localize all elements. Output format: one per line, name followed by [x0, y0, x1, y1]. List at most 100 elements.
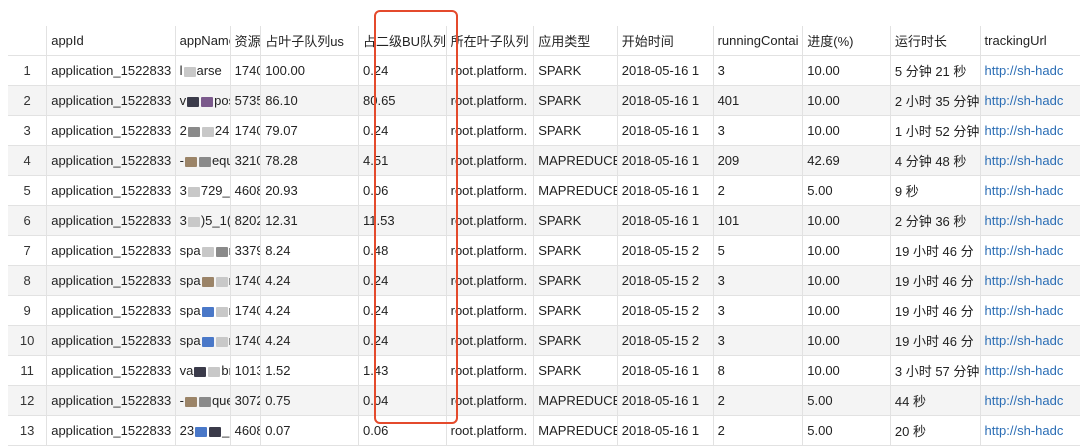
- table-row[interactable]: 3application_15228332241_1(1740879.070.2…: [8, 115, 1080, 146]
- cell-leafQueue: root.platform.: [445, 265, 534, 296]
- cell-buQueuePct: 4.51: [358, 145, 447, 176]
- column-header-runningContainers[interactable]: runningContai: [712, 26, 803, 56]
- cell-leafQueue: root.platform.: [445, 355, 534, 386]
- cell-appType: SPARK: [533, 325, 618, 356]
- cell-row: 9: [8, 295, 47, 326]
- cell-trackingUrl[interactable]: http://sh-hadc: [979, 175, 1080, 206]
- cell-resource: 4608: [229, 415, 261, 446]
- cell-appType: SPARK: [533, 55, 618, 86]
- cell-leafQueue: root.platform.: [445, 205, 534, 236]
- cell-progress: 10.00: [802, 295, 891, 326]
- column-header-startTime[interactable]: 开始时间: [616, 26, 714, 56]
- cell-appType: MAPREDUCE: [533, 175, 618, 206]
- redaction-block: [201, 336, 214, 347]
- cell-row: 7: [8, 235, 47, 266]
- cell-appType: MAPREDUCE: [533, 385, 618, 416]
- cell-runningContainers: 401: [712, 85, 803, 116]
- cell-trackingUrl[interactable]: http://sh-hadc: [979, 55, 1080, 86]
- column-header-appType[interactable]: 应用类型: [533, 26, 618, 56]
- cell-appType: SPARK: [533, 235, 618, 266]
- cell-leafQueuePct: 79.07: [260, 115, 359, 146]
- cell-resource: 10137: [229, 355, 261, 386]
- column-header-resource[interactable]: 资源占: [229, 26, 261, 56]
- column-header-trackingUrl[interactable]: trackingUrl: [979, 26, 1080, 56]
- cell-runningContainers: 3: [712, 295, 803, 326]
- cell-row: 1: [8, 55, 47, 86]
- cell-leafQueuePct: 78.28: [260, 145, 359, 176]
- cell-startTime: 2018-05-16 1: [616, 415, 714, 446]
- cell-duration: 44 秒: [889, 385, 981, 416]
- table-row[interactable]: 2application_1522833vpositio5735486.1080…: [8, 85, 1080, 116]
- cell-trackingUrl[interactable]: http://sh-hadc: [979, 385, 1080, 416]
- table-row[interactable]: 9application_1522833sparift:174084.240.2…: [8, 295, 1080, 326]
- redaction-block: [198, 156, 211, 167]
- table-row[interactable]: 1application_1522833larse17408100.000.24…: [8, 55, 1080, 86]
- cell-duration: 19 小时 46 分: [889, 235, 981, 266]
- table-row[interactable]: 4application_1522833-equery:3210278.284.…: [8, 145, 1080, 176]
- cell-buQueuePct: 0.24: [358, 325, 447, 356]
- cell-progress: 10.00: [802, 265, 891, 296]
- table-row[interactable]: 8application_1522833sparift:174084.240.2…: [8, 265, 1080, 296]
- table-row[interactable]: 5application_15228333729_1(460820.930.06…: [8, 175, 1080, 206]
- cell-trackingUrl[interactable]: http://sh-hadc: [979, 415, 1080, 446]
- cell-trackingUrl[interactable]: http://sh-hadc: [979, 355, 1080, 386]
- cell-trackingUrl[interactable]: http://sh-hadc: [979, 235, 1080, 266]
- column-header-progress[interactable]: 进度(%): [802, 26, 891, 56]
- cell-duration: 3 小时 57 分钟: [889, 355, 981, 386]
- table-row[interactable]: 7application_1522833sparift:337928.240.4…: [8, 235, 1080, 266]
- cell-leafQueue: root.platform.: [445, 325, 534, 356]
- cell-leafQueuePct: 4.24: [260, 325, 359, 356]
- redaction-block: [201, 96, 214, 107]
- cell-runningContainers: 3: [712, 265, 803, 296]
- redaction-block: [201, 276, 214, 287]
- redaction-block: [184, 396, 197, 407]
- cell-runningContainers: 3: [712, 325, 803, 356]
- cell-startTime: 2018-05-15 2: [616, 295, 714, 326]
- cell-startTime: 2018-05-16 1: [616, 145, 714, 176]
- cell-row: 11: [8, 355, 47, 386]
- cell-leafQueue: root.platform.: [445, 115, 534, 146]
- table-row[interactable]: 11application_1522833vabrtrai101371.521.…: [8, 355, 1080, 386]
- cell-trackingUrl[interactable]: http://sh-hadc: [979, 265, 1080, 296]
- column-header-leafQueue[interactable]: 所在叶子队列: [445, 26, 534, 56]
- cell-trackingUrl[interactable]: http://sh-hadc: [979, 205, 1080, 236]
- column-header-duration[interactable]: 运行时长: [889, 26, 981, 56]
- table-row[interactable]: 6application_15228333)5_1(8202212.3111.5…: [8, 205, 1080, 236]
- cell-startTime: 2018-05-16 1: [616, 385, 714, 416]
- table-row[interactable]: 12application_1522833-query:30720.750.04…: [8, 385, 1080, 416]
- cell-trackingUrl[interactable]: http://sh-hadc: [979, 115, 1080, 146]
- cell-resource: 17408: [229, 55, 261, 86]
- cell-appName: 3)5_1(: [174, 205, 231, 236]
- table-row[interactable]: 10application_1522833sparift:174084.240.…: [8, 325, 1080, 356]
- table-row[interactable]: 13application_152283323_1(46080.070.06ro…: [8, 415, 1080, 446]
- column-header-appId[interactable]: appId: [46, 26, 176, 56]
- cell-leafQueuePct: 0.07: [260, 415, 359, 446]
- cell-appId: application_1522833: [46, 235, 176, 266]
- cell-progress: 10.00: [802, 355, 891, 386]
- column-header-leafQueuePct[interactable]: 占叶子队列us: [260, 26, 359, 56]
- cell-trackingUrl[interactable]: http://sh-hadc: [979, 325, 1080, 356]
- cell-appType: SPARK: [533, 355, 618, 386]
- cell-leafQueue: root.platform.: [445, 55, 534, 86]
- cell-buQueuePct: 0.06: [358, 415, 447, 446]
- cell-resource: 82022: [229, 205, 261, 236]
- cell-trackingUrl[interactable]: http://sh-hadc: [979, 145, 1080, 176]
- redaction-block: [187, 186, 200, 197]
- cell-appId: application_1522833: [46, 175, 176, 206]
- column-header-row[interactable]: [8, 26, 47, 56]
- cell-trackingUrl[interactable]: http://sh-hadc: [979, 295, 1080, 326]
- cell-progress: 5.00: [802, 415, 891, 446]
- cell-startTime: 2018-05-16 1: [616, 115, 714, 146]
- redaction-block: [208, 366, 221, 377]
- cell-buQueuePct: 80.65: [358, 85, 447, 116]
- cell-appName: 23_1(: [174, 415, 231, 446]
- column-header-buQueuePct[interactable]: 占二级BU队列: [358, 26, 447, 56]
- cell-resource: 57354: [229, 85, 261, 116]
- cell-appName: vpositio: [174, 85, 231, 116]
- cell-trackingUrl[interactable]: http://sh-hadc: [979, 85, 1080, 116]
- redaction-block: [187, 216, 200, 227]
- column-header-appName[interactable]: appName: [174, 26, 231, 56]
- cell-row: 5: [8, 175, 47, 206]
- redaction-block: [198, 396, 211, 407]
- cell-duration: 9 秒: [889, 175, 981, 206]
